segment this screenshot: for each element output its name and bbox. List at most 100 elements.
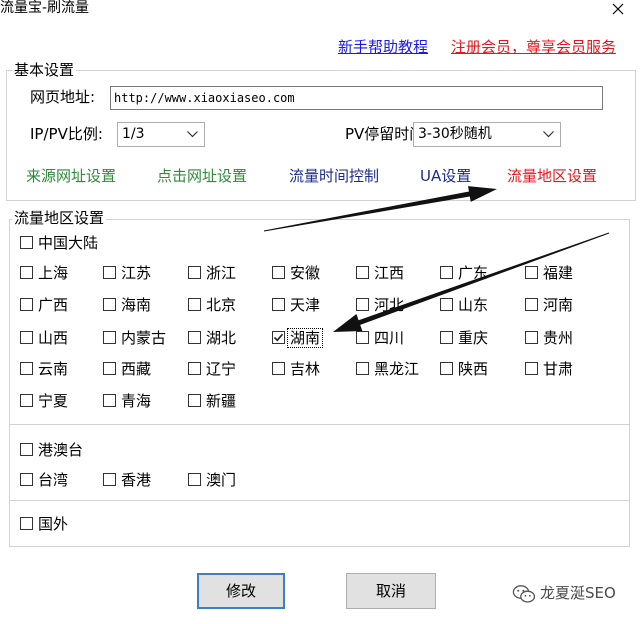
province-checkbox[interactable] — [272, 331, 285, 344]
province-checkbox[interactable] — [356, 266, 369, 279]
province-label[interactable]: 北京 — [204, 296, 238, 314]
section-divider — [10, 500, 629, 501]
province-checkbox[interactable] — [525, 331, 538, 344]
mainland-china-label[interactable]: 中国大陆 — [36, 234, 100, 252]
check-icon — [273, 333, 284, 342]
province-checkbox[interactable] — [356, 362, 369, 375]
watermark-logo — [512, 584, 536, 604]
province-checkbox[interactable] — [440, 298, 453, 311]
help-tutorial-link[interactable]: 新手帮助教程 — [338, 38, 428, 56]
province-label[interactable]: 福建 — [541, 264, 575, 282]
province-checkbox[interactable] — [188, 298, 201, 311]
click-url-settings-link[interactable]: 点击网址设置 — [157, 167, 247, 185]
close-button[interactable] — [612, 3, 624, 15]
province-label[interactable]: 广西 — [36, 296, 70, 314]
province-checkbox[interactable] — [188, 331, 201, 344]
pv-stay-time-select[interactable]: 3-30秒随机 — [413, 122, 561, 147]
province-checkbox[interactable] — [272, 266, 285, 279]
cancel-button[interactable]: 取消 — [346, 573, 436, 609]
province-checkbox[interactable] — [103, 394, 116, 407]
province-label[interactable]: 上海 — [36, 264, 70, 282]
ip-pv-ratio-value: 1/3 — [122, 126, 145, 142]
province-checkbox[interactable] — [272, 362, 285, 375]
window-title: 流量宝-刷流量 — [0, 0, 90, 16]
register-member-link[interactable]: 注册会员，尊享会员服务 — [451, 38, 616, 56]
province-label[interactable]: 内蒙古 — [119, 329, 168, 347]
province-checkbox[interactable] — [272, 298, 285, 311]
province-checkbox[interactable] — [103, 331, 116, 344]
province-checkbox[interactable] — [103, 298, 116, 311]
hmt-area-label[interactable]: 台湾 — [36, 471, 70, 489]
province-label[interactable]: 云南 — [36, 360, 70, 378]
province-checkbox[interactable] — [20, 298, 33, 311]
source-url-settings-link[interactable]: 来源网址设置 — [26, 167, 116, 185]
province-checkbox[interactable] — [440, 331, 453, 344]
ip-pv-ratio-label: IP/PV比例: — [30, 125, 103, 143]
hmt-area-checkbox[interactable] — [188, 473, 201, 486]
province-label[interactable]: 天津 — [288, 296, 322, 314]
mainland-china-checkbox[interactable] — [20, 236, 33, 249]
province-checkbox[interactable] — [103, 266, 116, 279]
province-label[interactable]: 黑龙江 — [372, 360, 421, 378]
chevron-down-icon — [187, 131, 198, 138]
basic-settings-legend: 基本设置 — [12, 61, 77, 79]
hmt-area-label[interactable]: 香港 — [119, 471, 153, 489]
province-checkbox[interactable] — [440, 266, 453, 279]
province-label[interactable]: 江西 — [372, 264, 406, 282]
province-checkbox[interactable] — [188, 266, 201, 279]
province-label[interactable]: 重庆 — [456, 329, 490, 347]
modify-button[interactable]: 修改 — [197, 573, 285, 609]
province-label[interactable]: 辽宁 — [204, 360, 238, 378]
province-label[interactable]: 宁夏 — [36, 392, 70, 410]
pv-stay-time-value: 3-30秒随机 — [418, 126, 492, 142]
hmt-area-label[interactable]: 澳门 — [204, 471, 238, 489]
province-label[interactable]: 江苏 — [119, 264, 153, 282]
province-checkbox[interactable] — [525, 266, 538, 279]
province-checkbox[interactable] — [356, 298, 369, 311]
wechat-icon — [512, 585, 536, 603]
province-label[interactable]: 广东 — [456, 264, 490, 282]
traffic-region-settings-link[interactable]: 流量地区设置 — [507, 167, 597, 185]
province-label[interactable]: 浙江 — [204, 264, 238, 282]
ua-settings-link[interactable]: UA设置 — [420, 167, 471, 185]
province-checkbox[interactable] — [20, 331, 33, 344]
hong-kong-macau-taiwan-checkbox[interactable] — [20, 443, 33, 456]
url-input[interactable] — [110, 86, 603, 110]
province-label[interactable]: 贵州 — [541, 329, 575, 347]
province-checkbox[interactable] — [103, 362, 116, 375]
province-label[interactable]: 山西 — [36, 329, 70, 347]
province-label[interactable]: 新疆 — [204, 392, 238, 410]
close-icon — [612, 3, 624, 15]
province-label[interactable]: 海南 — [119, 296, 153, 314]
province-checkbox[interactable] — [188, 394, 201, 407]
province-checkbox[interactable] — [525, 362, 538, 375]
traffic-time-control-link[interactable]: 流量时间控制 — [289, 167, 379, 185]
province-checkbox[interactable] — [356, 331, 369, 344]
province-checkbox[interactable] — [525, 298, 538, 311]
province-checkbox[interactable] — [20, 394, 33, 407]
province-checkbox[interactable] — [20, 362, 33, 375]
province-label[interactable]: 四川 — [372, 329, 406, 347]
province-label[interactable]: 甘肃 — [541, 360, 575, 378]
province-label[interactable]: 吉林 — [288, 360, 322, 378]
province-label[interactable]: 湖南 — [286, 328, 324, 348]
province-label[interactable]: 西藏 — [119, 360, 153, 378]
province-label[interactable]: 湖北 — [204, 329, 238, 347]
province-label[interactable]: 青海 — [119, 392, 153, 410]
region-settings-legend: 流量地区设置 — [12, 209, 107, 227]
province-label[interactable]: 安徽 — [288, 264, 322, 282]
province-checkbox[interactable] — [20, 266, 33, 279]
hmt-area-checkbox[interactable] — [20, 473, 33, 486]
url-label: 网页地址: — [30, 88, 96, 106]
province-checkbox[interactable] — [440, 362, 453, 375]
hong-kong-macau-taiwan-label[interactable]: 港澳台 — [36, 441, 85, 459]
overseas-label[interactable]: 国外 — [36, 515, 70, 533]
province-label[interactable]: 山东 — [456, 296, 490, 314]
province-label[interactable]: 河北 — [372, 296, 406, 314]
overseas-checkbox[interactable] — [20, 517, 33, 530]
hmt-area-checkbox[interactable] — [103, 473, 116, 486]
province-label[interactable]: 河南 — [541, 296, 575, 314]
province-checkbox[interactable] — [188, 362, 201, 375]
province-label[interactable]: 陕西 — [456, 360, 490, 378]
ip-pv-ratio-select[interactable]: 1/3 — [117, 122, 205, 147]
